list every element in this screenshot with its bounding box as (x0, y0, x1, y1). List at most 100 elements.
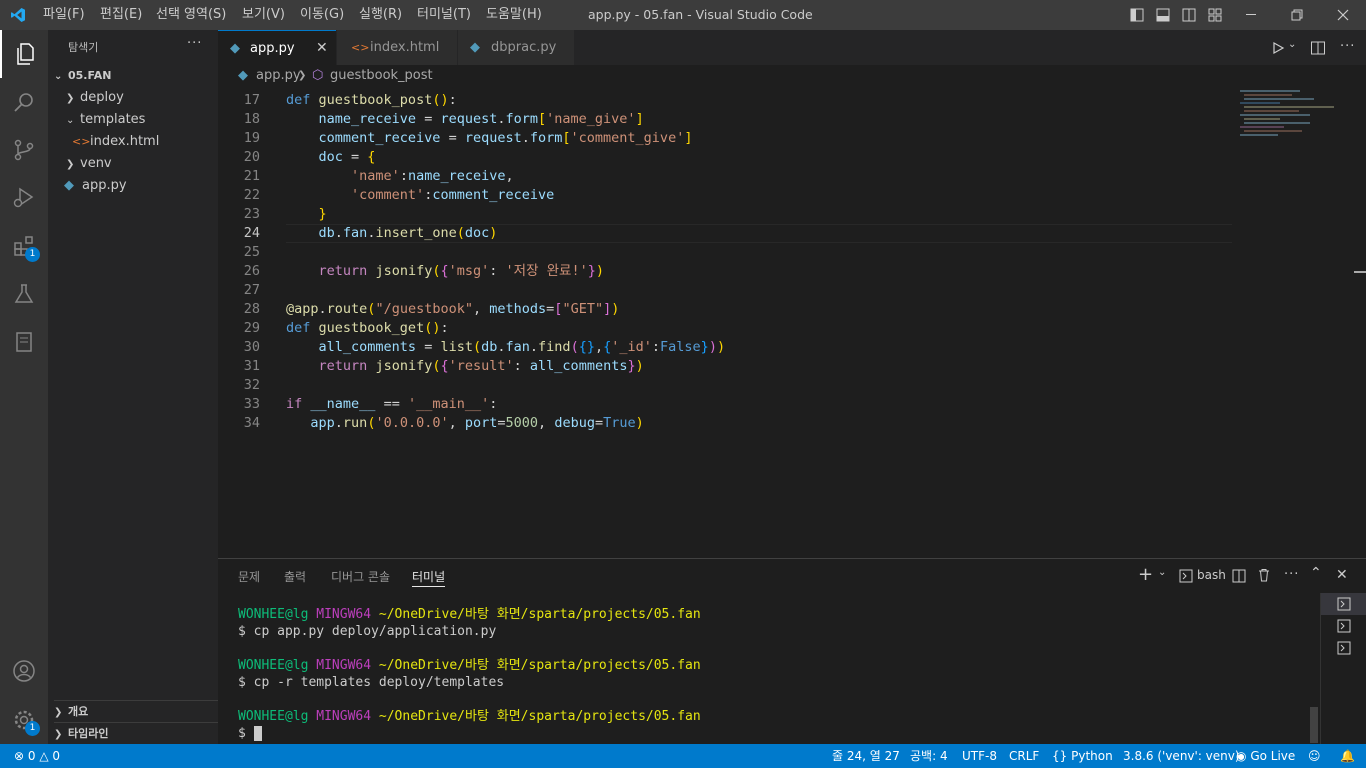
more-actions-button[interactable]: ··· (187, 36, 202, 51)
line-number: 26 (243, 263, 260, 279)
code-line: @app.route("/guestbook", methods=["GET"]… (286, 301, 620, 317)
tab-app-py[interactable]: ◆ app.py ✕ (218, 30, 336, 65)
braces-icon: {} (1052, 749, 1068, 763)
manage-activity[interactable]: 1 (0, 696, 48, 744)
menu-help[interactable]: 도움말(H) (486, 0, 542, 30)
breadcrumb-file[interactable]: app.py (256, 65, 301, 87)
restore-icon[interactable] (1290, 8, 1304, 22)
chevron-right-icon: ❯ (54, 729, 63, 740)
close-tab-icon[interactable]: ✕ (316, 31, 328, 66)
trash-icon[interactable] (1257, 568, 1271, 582)
chevron-right-icon: ❯ (66, 159, 75, 170)
code-line: app.run('0.0.0.0', port=5000, debug=True… (310, 415, 644, 431)
menu-selection[interactable]: 선택 영역(S) (156, 0, 226, 30)
outline-label: 개요 (68, 705, 89, 718)
terminal-scrollbar[interactable] (1310, 707, 1318, 743)
terminal-input-line[interactable]: $ (238, 725, 262, 742)
feedback-icon[interactable]: ☺ (1308, 744, 1321, 768)
go-live-button[interactable]: ◉ Go Live (1236, 744, 1295, 768)
tab-dbprac-py[interactable]: ◆ dbprac.py (458, 30, 574, 65)
cursor-position[interactable]: 줄 24, 열 27 (832, 744, 900, 768)
menu-run[interactable]: 실행(R) (359, 0, 402, 30)
more-actions-icon[interactable]: ··· (1340, 39, 1355, 54)
breadcrumb: ◆ app.py ❯ ⬡ guestbook_post (218, 65, 1366, 87)
toggle-secondary-sidebar-icon[interactable] (1182, 8, 1196, 22)
terminal-icon (1179, 569, 1193, 583)
tree-item-index-html[interactable]: <>index.html (72, 131, 159, 153)
terminal-prompt-line: WONHEE@lg MINGW64 ~/OneDrive/바탕 화면/spart… (238, 658, 701, 673)
timeline-section[interactable]: ❯ 타임라인 (54, 722, 218, 744)
workspace-root[interactable]: ⌄ 05.FAN (54, 65, 111, 87)
warning-icon: △ (39, 749, 49, 763)
customize-layout-icon[interactable] (1208, 8, 1222, 22)
line-ending[interactable]: CRLF (1009, 744, 1039, 768)
toggle-primary-sidebar-icon[interactable] (1130, 8, 1144, 22)
tree-item-venv[interactable]: ❯ venv (66, 153, 112, 175)
terminal-shell-name[interactable]: bash (1197, 568, 1226, 582)
tree-item-templates[interactable]: ⌄ templates (66, 109, 145, 131)
code-line: name_receive = request.form['name_give'] (318, 111, 644, 127)
code-line: def guestbook_get(): (286, 320, 449, 336)
notifications-icon[interactable]: 🔔 (1340, 744, 1355, 768)
menu-edit[interactable]: 편집(E) (100, 0, 142, 30)
tree-item-label: templates (80, 112, 146, 127)
terminal-icon (1337, 597, 1351, 611)
problems-status[interactable]: ⊗ 0 △ 0 (14, 744, 60, 768)
indentation[interactable]: 공백: 4 (910, 744, 948, 768)
code-editor[interactable]: 17 18 19 20 21 22 23 24 25 26 27 28 29 30 31 32 33 34 def… (218, 87, 1366, 558)
python-file-icon: ◆ (238, 68, 248, 83)
menu-file[interactable]: 파일(F) (43, 0, 85, 30)
tab-problems[interactable]: 문제 (238, 567, 260, 587)
tree-item-label: venv (80, 156, 112, 171)
line-number: 30 (243, 339, 260, 355)
close-window-icon[interactable] (1336, 8, 1350, 22)
outline-section[interactable]: ❯ 개요 (54, 700, 218, 722)
chevron-down-icon[interactable]: ⌄ (1158, 567, 1166, 578)
error-icon: ⊗ (14, 749, 25, 763)
search-activity[interactable] (0, 78, 48, 126)
tab-output[interactable]: 출력 (284, 567, 306, 587)
tab-index-html[interactable]: <> index.html (337, 30, 457, 65)
run-file-icon[interactable] (1271, 41, 1285, 55)
toggle-panel-icon[interactable] (1156, 8, 1170, 22)
explorer-sidebar: 탐색기 ··· ⌄ 05.FAN ❯ deploy ⌄ templates <>ind… (48, 30, 218, 744)
menu-terminal[interactable]: 터미널(T) (417, 0, 471, 30)
menu-go[interactable]: 이동(G) (300, 0, 344, 30)
explorer-activity[interactable] (0, 30, 48, 78)
testing-activity[interactable] (0, 270, 48, 318)
menu-view[interactable]: 보기(V) (242, 0, 285, 30)
source-control-activity[interactable] (0, 126, 48, 174)
python-interpreter[interactable]: 3.8.6 ('venv': venv) (1123, 744, 1240, 768)
files-icon (17, 43, 34, 65)
tree-item-deploy[interactable]: ❯ deploy (66, 87, 124, 109)
account-icon (13, 660, 35, 682)
close-panel-icon[interactable]: ✕ (1336, 567, 1348, 583)
minimize-icon[interactable] (1244, 14, 1258, 16)
minimap[interactable] (1238, 87, 1348, 157)
accounts-activity[interactable] (0, 647, 48, 695)
maximize-panel-icon[interactable]: ⌃ (1310, 565, 1322, 581)
language-mode[interactable]: {} Python (1052, 744, 1113, 768)
line-number: 19 (243, 130, 260, 146)
more-actions-icon[interactable]: ··· (1284, 567, 1299, 582)
line-number: 28 (243, 301, 260, 317)
split-terminal-icon[interactable] (1232, 569, 1246, 583)
tab-debug-console[interactable]: 디버그 콘솔 (331, 567, 390, 587)
terminal-icon[interactable] (1337, 641, 1351, 655)
breadcrumb-symbol[interactable]: guestbook_post (330, 65, 433, 87)
tab-terminal[interactable]: 터미널 (412, 567, 446, 587)
terminal-icon[interactable] (1337, 619, 1351, 633)
chevron-right-icon: ❯ (298, 70, 307, 81)
encoding[interactable]: UTF-8 (962, 744, 997, 768)
tree-item-app-py[interactable]: ◆ app.py (64, 175, 127, 197)
run-debug-activity[interactable] (0, 174, 48, 222)
split-editor-icon[interactable] (1310, 40, 1326, 56)
extensions-activity[interactable]: 1 (0, 222, 48, 270)
python-file-icon: ◆ (230, 41, 240, 56)
timeline-label: 타임라인 (68, 727, 109, 740)
chevron-down-icon[interactable]: ⌄ (1288, 39, 1296, 50)
bottom-panel: 문제 출력 디버그 콘솔 터미널 + ⌄ bash ··· ⌃ ✕ WONHEE… (218, 558, 1366, 744)
new-terminal-icon[interactable]: + (1138, 564, 1153, 585)
notebook-activity[interactable] (0, 318, 48, 366)
search-icon (14, 93, 33, 112)
